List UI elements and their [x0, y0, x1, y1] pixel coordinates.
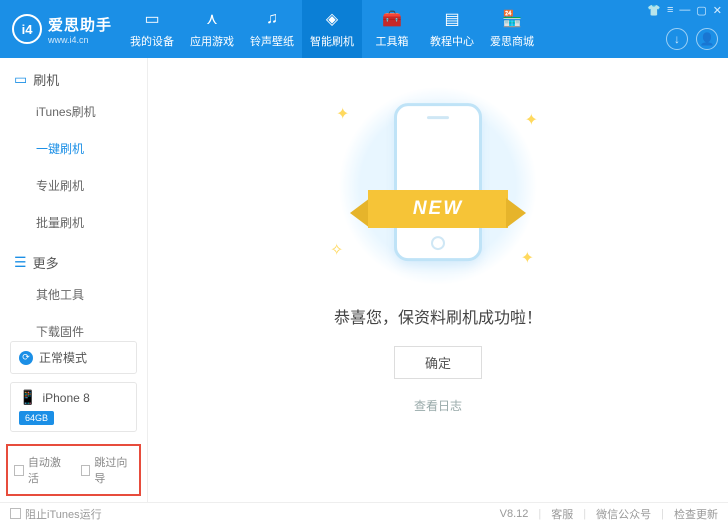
sidebar-item[interactable]: 一键刷机 — [0, 130, 147, 167]
sidebar-item[interactable]: 其他工具 — [0, 276, 147, 313]
sidebar-section: ☰更多 — [0, 241, 147, 276]
sidebar-item[interactable]: iTunes刷机 — [0, 93, 147, 130]
sidebar: ▭刷机iTunes刷机一键刷机专业刷机批量刷机☰更多其他工具下载固件高级功能 ⟳… — [0, 58, 148, 502]
book-icon: ▤ — [442, 9, 462, 29]
sidebar-item[interactable]: 批量刷机 — [0, 204, 147, 241]
window-controls: 👕 ≡ — ▢ ✕ — [647, 4, 722, 17]
sidebar-item[interactable]: 专业刷机 — [0, 167, 147, 204]
status-bar: 阻止iTunes运行 V8.12 | 客服 | 微信公众号 | 检查更新 — [0, 502, 728, 524]
tshirt-icon[interactable]: 👕 — [647, 4, 661, 17]
tab-apps[interactable]: ⋏应用游戏 — [182, 0, 242, 58]
main-panel: ✦✦✧✦ NEW 恭喜您，保资料刷机成功啦！ 确定 查看日志 — [148, 58, 728, 502]
main-tabs: ▭我的设备⋏应用游戏♫铃声壁纸◈智能刷机🧰工具箱▤教程中心🏪爱思商城 — [122, 0, 542, 58]
mode-label: 正常模式 — [39, 349, 87, 366]
block-itunes-checkbox[interactable]: 阻止iTunes运行 — [10, 506, 102, 522]
footer-link-support[interactable]: 客服 — [551, 506, 573, 522]
checks-highlight: 自动激活 跳过向导 — [6, 444, 141, 496]
view-log-link[interactable]: 查看日志 — [414, 397, 462, 414]
minimize-icon[interactable]: — — [679, 4, 690, 17]
more-icon: ☰ — [14, 254, 27, 271]
tab-book[interactable]: ▤教程中心 — [422, 0, 482, 58]
refresh-icon: ⟳ — [19, 351, 33, 365]
close-icon[interactable]: ✕ — [713, 4, 722, 17]
maximize-icon[interactable]: ▢ — [696, 4, 706, 17]
ok-button[interactable]: 确定 — [394, 346, 482, 379]
tab-store[interactable]: 🏪爱思商城 — [482, 0, 542, 58]
phone-icon: 📱 — [19, 389, 36, 406]
version-label: V8.12 — [500, 508, 529, 520]
tab-phone[interactable]: ▭我的设备 — [122, 0, 182, 58]
ring-icon: ♫ — [262, 9, 282, 29]
tab-flash[interactable]: ◈智能刷机 — [302, 0, 362, 58]
mode-indicator[interactable]: ⟳ 正常模式 — [10, 341, 137, 374]
phone-icon: ▭ — [14, 71, 27, 88]
ribbon-text: NEW — [368, 190, 508, 228]
sidebar-section: ▭刷机 — [0, 58, 147, 93]
header-right: ↓ 👤 — [666, 28, 718, 50]
logo-mark: i4 — [12, 14, 42, 44]
skip-wizard-checkbox[interactable]: 跳过向导 — [81, 454, 134, 486]
device-card[interactable]: 📱 iPhone 8 64GB — [10, 382, 137, 432]
user-button[interactable]: 👤 — [696, 28, 718, 50]
success-message: 恭喜您，保资料刷机成功啦！ — [334, 304, 542, 328]
app-logo: i4 爱思助手 www.i4.cn — [0, 14, 122, 45]
apps-icon: ⋏ — [202, 9, 222, 29]
menu-icon[interactable]: ≡ — [667, 4, 673, 17]
storage-badge: 64GB — [19, 411, 54, 425]
logo-subtitle: www.i4.cn — [48, 35, 112, 45]
tab-toolbox[interactable]: 🧰工具箱 — [362, 0, 422, 58]
tab-ring[interactable]: ♫铃声壁纸 — [242, 0, 302, 58]
store-icon: 🏪 — [502, 9, 522, 29]
sidebar-item[interactable]: 下载固件 — [0, 313, 147, 337]
device-name: iPhone 8 — [42, 391, 89, 405]
app-header: i4 爱思助手 www.i4.cn ▭我的设备⋏应用游戏♫铃声壁纸◈智能刷机🧰工… — [0, 0, 728, 58]
download-button[interactable]: ↓ — [666, 28, 688, 50]
logo-title: 爱思助手 — [48, 14, 112, 35]
phone-icon: ▭ — [142, 9, 162, 29]
flash-icon: ◈ — [322, 9, 342, 29]
auto-activate-checkbox[interactable]: 自动激活 — [14, 454, 67, 486]
success-illustration: ✦✦✧✦ NEW — [328, 100, 548, 280]
footer-link-update[interactable]: 检查更新 — [674, 506, 718, 522]
footer-link-wechat[interactable]: 微信公众号 — [596, 506, 651, 522]
toolbox-icon: 🧰 — [382, 9, 402, 29]
